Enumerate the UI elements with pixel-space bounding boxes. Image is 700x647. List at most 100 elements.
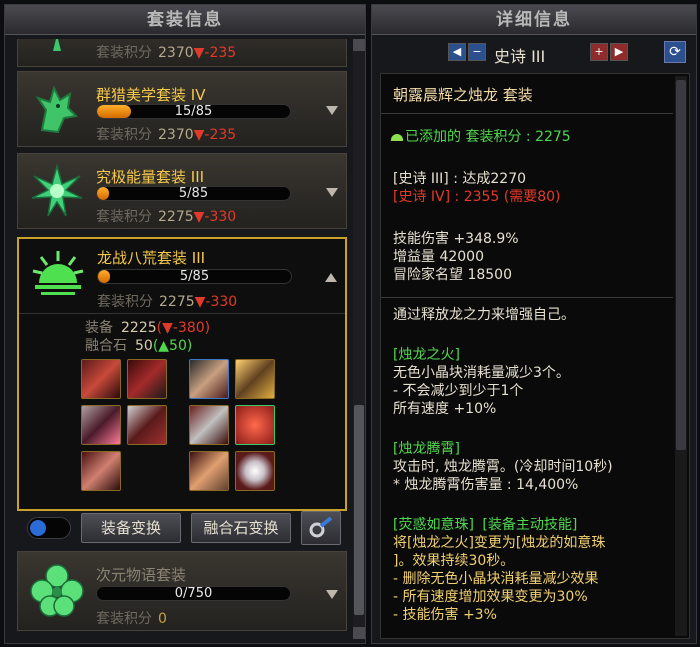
score-delta: ▼-330 (193, 209, 237, 225)
equip-stat: 装备 2225(▼-380) (85, 317, 210, 337)
effect3-line: - 技能伤害 +3% (393, 607, 497, 623)
equip-slot-item[interactable] (189, 405, 229, 445)
toggle-switch[interactable] (27, 517, 71, 539)
partial-set-icon (26, 39, 88, 74)
set-stats-section: 已添加的 套装积分 : 2275 [史诗 III] : 达成2270 [史诗 I… (381, 114, 673, 298)
effect1-line: 所有速度 +10% (393, 401, 497, 417)
divider (19, 313, 345, 314)
set-card-dragon[interactable]: 龙战八荒套装 III 5/85 套装积分 2275▼-330 装备 2225(▼-3… (17, 237, 347, 511)
prev-button[interactable]: − (468, 43, 486, 61)
set-info-panel: 套装信息 套装积分 2370▼-235 群猎美学套装 IV 15/85 套装积分… (4, 4, 366, 644)
score-label: 套装积分 (96, 209, 152, 225)
score-value: 2275 (159, 294, 195, 310)
effect2-title: [烛龙腾霄] (393, 441, 460, 457)
collapse-arrow-icon[interactable] (325, 273, 337, 282)
set-name: 次元物语套装 (96, 566, 187, 584)
set-card-hunting[interactable]: 群猎美学套装 IV 15/85 套装积分 2370▼-235 (17, 71, 347, 147)
set-title-section: 朝露晨辉之烛龙 套装 (381, 74, 673, 114)
toggle-knob (30, 520, 46, 536)
stone-value: 50 (135, 338, 153, 354)
effect3-tag: [装备主动技能] (482, 517, 578, 533)
detail-scroll-thumb[interactable] (676, 80, 686, 450)
set-score-row: 套装积分 0 (96, 608, 167, 628)
equip-slot-item[interactable] (81, 405, 121, 445)
equip-slot-item[interactable] (81, 451, 121, 491)
stat-line: 增益量 42000 (393, 249, 484, 265)
detail-scrollbar[interactable] (675, 76, 687, 636)
score-value: 0 (158, 611, 167, 627)
next-button[interactable]: + (590, 43, 608, 61)
equip-delta: (▼-380) (156, 320, 211, 336)
equip-slot-item[interactable] (127, 405, 167, 445)
set-progress-bar: 5/85 (96, 186, 291, 201)
equip-value: 2225 (121, 320, 157, 336)
effect3-title: [荧惑如意珠] (393, 517, 474, 533)
effect2-line: * 烛龙腾霄伤害量 : 14,400% (393, 477, 579, 493)
added-score: 已添加的 套装积分 : 2275 (391, 126, 571, 146)
partial-score-value: 2370 (158, 45, 194, 61)
partial-score-delta: ▼-235 (193, 45, 237, 61)
req-achieved: [史诗 III] : 达成2270 (393, 171, 527, 187)
equip-slot-item[interactable] (81, 359, 121, 399)
scroll-down-icon[interactable] (353, 627, 365, 639)
prev-first-button[interactable]: ◀ (448, 43, 466, 61)
equip-slot-item[interactable] (189, 359, 229, 399)
set-title: 朝露晨辉之烛龙 套装 (393, 86, 533, 104)
equip-slot-item[interactable] (189, 451, 229, 491)
sunrise-icon (27, 243, 89, 305)
equip-label: 装备 (85, 320, 113, 336)
wrench-gear-icon (309, 516, 333, 538)
effect1-line: 无色小晶块消耗量减少3个。 (393, 365, 570, 381)
set-list-scrollbar[interactable] (353, 39, 365, 639)
progress-text: 5/85 (179, 269, 210, 284)
set-progress-bar: 15/85 (96, 104, 291, 119)
expand-arrow-icon[interactable] (326, 188, 338, 197)
detail-info-title: 详细信息 (372, 5, 696, 35)
req-next: [史诗 IV] : 2355 (需要80) (393, 189, 561, 205)
score-label: 套装积分 (96, 127, 152, 143)
set-card-energy[interactable]: 究极能量套装 III 5/85 套装积分 2275▼-330 (17, 153, 347, 229)
set-score-row: 套装积分 2370▼-235 (96, 124, 236, 144)
effect3-line: 将[烛龙之火]变更为[烛龙的如意珠 (393, 535, 606, 551)
equip-slot-item[interactable] (235, 359, 275, 399)
effect3-line: - 删除无色小晶块消耗量减少效果 (393, 571, 599, 587)
progress-text: 15/85 (174, 104, 213, 119)
stat-line: 技能伤害 +348.9% (393, 231, 519, 247)
added-score-text: 已添加的 套装积分 : 2275 (405, 129, 571, 145)
set-card-partial[interactable]: 套装积分 2370▼-235 (17, 39, 347, 67)
refresh-icon[interactable]: ⟳ (664, 41, 686, 63)
score-delta: ▼-235 (193, 127, 237, 143)
set-score-row: 套装积分 2275▼-330 (97, 291, 237, 311)
set-progress-bar: 0/750 (96, 586, 291, 601)
set-info-title: 套装信息 (5, 5, 365, 35)
equip-switch-button[interactable]: 装备变换 (81, 513, 181, 543)
stat-line: 冒险家名望 18500 (393, 267, 512, 283)
equip-slot-item[interactable] (235, 451, 275, 491)
set-progress-bar: 5/85 (97, 269, 292, 284)
set-score-row: 套装积分 2275▼-330 (96, 206, 236, 226)
next-last-button[interactable]: ▶ (610, 43, 628, 61)
dome-icon (391, 134, 403, 141)
set-card-dimension[interactable]: 次元物语套装 0/750 套装积分 0 (17, 551, 347, 631)
equip-slot-item[interactable] (127, 359, 167, 399)
equip-slot-item[interactable] (235, 405, 275, 445)
settings-button[interactable] (301, 511, 341, 545)
set-list: 套装积分 2370▼-235 群猎美学套装 IV 15/85 套装积分 2370▼-… (17, 39, 349, 637)
score-label: 套装积分 (96, 611, 152, 627)
scroll-thumb[interactable] (354, 405, 364, 615)
effect2-line: 攻击时, 烛龙腾霄。(冷却时间10秒) (393, 459, 613, 475)
expand-arrow-icon[interactable] (326, 590, 338, 599)
effect3-title-row: [荧惑如意珠] [装备主动技能] (393, 514, 577, 534)
scroll-up-icon[interactable] (353, 39, 365, 51)
set-name: 究极能量套装 III (96, 168, 205, 186)
partial-score-label: 套装积分 (96, 45, 152, 61)
effect3-line: ]。效果持续30秒。 (393, 553, 515, 569)
rank-selector: ◀ − 史诗 III + ▶ ⟳ (372, 35, 696, 66)
effect3-line: - 所有速度增加效果变更为30% (393, 589, 588, 605)
expand-arrow-icon[interactable] (326, 106, 338, 115)
clover-icon (26, 560, 88, 622)
partial-score-row: 套装积分 2370▼-235 (96, 42, 236, 62)
set-name: 龙战八荒套装 III (97, 249, 206, 267)
description: 通过释放龙之力来增强自己。 (393, 307, 575, 323)
stone-switch-button[interactable]: 融合石变换 (191, 513, 291, 543)
